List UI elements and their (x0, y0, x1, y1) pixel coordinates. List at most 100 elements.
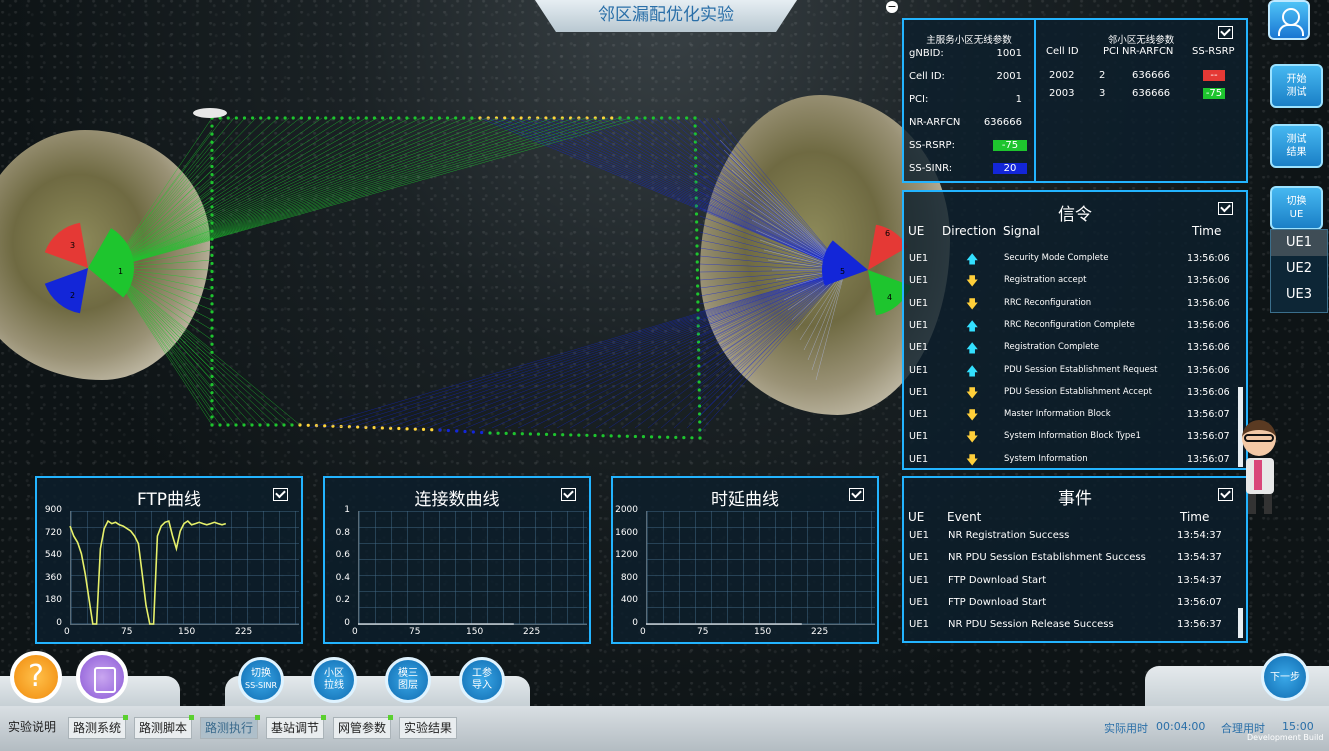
neighbor-pci: 3 (1099, 88, 1106, 99)
notes-button[interactable] (76, 651, 128, 703)
tab-1[interactable]: 实验说明 (4, 717, 60, 737)
next-step-button[interactable]: 下一步 (1261, 653, 1309, 701)
switch-ue-button[interactable]: 切换 UE (1270, 186, 1323, 230)
ue-option-1[interactable]: UE1 (1271, 230, 1327, 256)
signaling-row[interactable]: UE1 🡅 Security Mode Complete 13:56:06 (904, 248, 1240, 270)
route-point (696, 300, 700, 304)
collapse-checkbox-icon[interactable] (849, 488, 864, 501)
tab-3[interactable]: 路测脚本 (134, 715, 195, 739)
serving-param-value: 636666 (983, 117, 1022, 128)
tab-7[interactable]: 实验结果 (399, 717, 458, 739)
route-point (210, 302, 214, 306)
collapse-checkbox-icon[interactable] (1218, 202, 1233, 215)
signaling-row[interactable]: UE1 🡇 System Information Block Type1 13:56:… (904, 426, 1240, 448)
serving-param-value: 20 (993, 163, 1027, 174)
assistant-character[interactable] (1234, 420, 1286, 516)
avatar[interactable] (1268, 0, 1310, 40)
collapse-checkbox-icon[interactable] (1218, 26, 1233, 39)
tab-6[interactable]: 网管参数 (333, 715, 394, 739)
route-point (364, 116, 368, 120)
ue-option-2[interactable]: UE2 (1271, 256, 1327, 282)
route-point (234, 116, 238, 120)
route-point (536, 432, 541, 436)
collapse-checkbox-icon[interactable] (1218, 488, 1233, 501)
events-scrollbar[interactable] (1238, 608, 1243, 638)
route-point (210, 261, 214, 266)
sector-3[interactable] (44, 222, 88, 268)
event-time: 13:54:37 (1177, 530, 1222, 541)
event-name: FTP Download Start (948, 596, 1047, 608)
sector-1[interactable] (88, 228, 135, 298)
route-point (641, 435, 646, 439)
signaling-ue: UE1 (909, 386, 928, 398)
signaling-row[interactable]: UE1 🡅 Registration Complete 13:56:06 (904, 337, 1240, 359)
minimize-icon[interactable]: − (886, 1, 898, 13)
test-result-button[interactable]: 测试 结果 (1270, 124, 1323, 168)
link-line (109, 117, 367, 269)
events-header: 事件 (1058, 489, 1092, 509)
link-line (109, 117, 609, 269)
bottom-tool-button-2[interactable]: 小区 拉线 (311, 657, 357, 703)
neighbor-col-header: PCI (1103, 46, 1119, 57)
route-point (585, 433, 589, 437)
event-time: 13:54:37 (1177, 574, 1222, 586)
link-line (426, 269, 846, 429)
route-point (695, 268, 699, 272)
link-line (595, 269, 846, 429)
help-button[interactable]: ? (10, 651, 62, 703)
link-line (109, 117, 290, 269)
event-name: NR Registration Success (948, 530, 1070, 541)
link-line (109, 117, 279, 269)
bottom-tool-button-3[interactable]: 模三 图层 (385, 657, 431, 703)
link-line (699, 135, 846, 271)
signaling-row[interactable]: UE1 🡇 Master Information Block 13:56:07 (904, 404, 1240, 426)
signaling-row[interactable]: UE1 🡇 PDU Session Establishment Accept 13:5… (904, 382, 1240, 404)
start-test-button[interactable]: 开始 测试 (1270, 64, 1323, 108)
x-tick-label: 225 (811, 627, 829, 637)
signaling-row[interactable]: UE1 🡇 RRC Reconfiguration 13:56:06 (904, 293, 1240, 315)
signaling-time: 13:56:06 (1187, 386, 1230, 398)
sector-2[interactable] (44, 268, 88, 314)
signaling-row[interactable]: UE1 🡅 PDU Session Establishment Request 13:… (904, 360, 1240, 382)
ue-option-3[interactable]: UE3 (1271, 282, 1327, 308)
signaling-time: 13:56:07 (1187, 409, 1230, 421)
link-line (109, 267, 245, 426)
route-point (421, 427, 426, 432)
link-line (605, 117, 846, 271)
collapse-checkbox-icon[interactable] (561, 488, 576, 501)
tab-4[interactable]: 路测执行 (200, 715, 261, 739)
x-tick-label: 150 (466, 627, 484, 637)
bottom-tool-button-4[interactable]: 工参 导入 (459, 657, 505, 703)
link-line (640, 117, 846, 271)
link-line (608, 269, 846, 429)
link-line (109, 117, 455, 269)
sector-5[interactable] (821, 240, 868, 286)
boat-icon (193, 108, 227, 118)
y-tick-label: 180 (44, 595, 62, 606)
route-point (690, 436, 694, 440)
signaling-time: 13:56:07 (1187, 431, 1230, 443)
event-ue: UE1 (909, 596, 929, 608)
link-line (109, 267, 237, 426)
x-tick-label: 0 (64, 627, 70, 637)
route-point (610, 116, 614, 120)
bottom-tool-button-1[interactable]: 切换 SS-SINR (238, 657, 284, 703)
route-point (291, 116, 295, 120)
route-point (463, 429, 467, 434)
route-point (649, 435, 654, 439)
route-point (372, 426, 376, 430)
link-line (109, 117, 642, 269)
tab-5[interactable]: 基站调节 (266, 715, 327, 739)
collapse-checkbox-icon[interactable] (273, 488, 288, 501)
x-tick-label: 75 (409, 627, 421, 637)
signaling-row[interactable]: UE1 🡇 System Information 13:56:07 (904, 449, 1240, 471)
signaling-row[interactable]: UE1 🡅 RRC Reconfiguration Complete 13:56:06 (904, 315, 1240, 337)
chart-plot (646, 623, 802, 625)
link-line (109, 117, 444, 269)
link-line (309, 269, 846, 429)
signaling-row[interactable]: UE1 🡇 Registration accept 13:56:06 (904, 270, 1240, 292)
arrow-down-icon: 🡇 (966, 385, 979, 400)
chart-panel-1: FTP曲线 0 180 360 540 720 900 0 75 150 225 (35, 476, 303, 644)
tab-2[interactable]: 路测系统 (68, 715, 129, 739)
route-point (210, 310, 214, 314)
